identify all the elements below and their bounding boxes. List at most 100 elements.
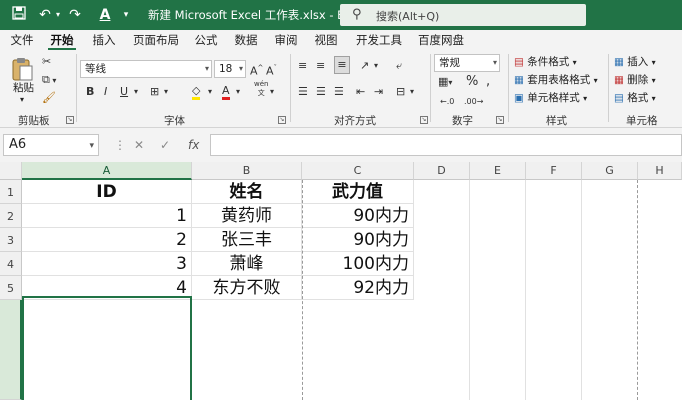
row-header-5[interactable]: 5 [0, 276, 22, 300]
fill-color-dropdown-icon[interactable]: ▾ [208, 84, 212, 100]
cell-c2[interactable]: 90内力 [302, 204, 414, 228]
cell-b5[interactable]: 东方不败 [192, 276, 302, 300]
delete-cells-button[interactable]: ▦ 删除 ▾ [614, 72, 656, 89]
format-cells-button[interactable]: ▤ 格式 ▾ [614, 90, 656, 107]
merge-dropdown-icon[interactable]: ▾ [410, 84, 414, 100]
cell-c3[interactable]: 90内力 [302, 228, 414, 252]
wrap-text-icon[interactable]: ⤶ [396, 58, 402, 74]
bold-icon[interactable]: B [86, 84, 94, 100]
tab-home[interactable]: 开始 [48, 32, 76, 50]
insert-function-icon[interactable]: fx [188, 138, 199, 152]
cancel-icon[interactable]: ✕ [134, 138, 144, 152]
formula-input[interactable] [210, 134, 682, 156]
row-header-4[interactable]: 4 [0, 252, 22, 276]
column-header-d[interactable]: D [414, 162, 470, 180]
phonetic-icon[interactable]: wén 文 [254, 80, 268, 98]
row-header-6-area[interactable] [0, 300, 22, 400]
tab-formulas[interactable]: 公式 [192, 32, 220, 50]
accounting-format-icon[interactable]: ▦▾ [438, 74, 452, 91]
cell-b3[interactable]: 张三丰 [192, 228, 302, 252]
tab-page-layout[interactable]: 页面布局 [132, 32, 180, 50]
clipboard-launcher-icon[interactable]: ↘ [66, 116, 74, 124]
increase-font-icon[interactable]: A^ [250, 60, 263, 80]
merge-center-icon[interactable]: ⊟ [396, 84, 405, 100]
tab-data[interactable]: 数据 [232, 32, 260, 50]
phonetic-dropdown-icon[interactable]: ▾ [270, 84, 274, 100]
fill-color-icon[interactable]: ◇ [192, 84, 201, 100]
underline-icon[interactable]: U [120, 84, 128, 100]
more-options-icon[interactable]: ⋮ [114, 138, 126, 152]
column-header-h[interactable]: H [638, 162, 682, 180]
cell-b2[interactable]: 黄药师 [192, 204, 302, 228]
font-size-select[interactable]: 18 ▾ [214, 60, 246, 78]
tab-developer[interactable]: 开发工具 [352, 32, 406, 50]
align-left-icon[interactable]: ☰ [298, 84, 308, 100]
tab-baidu-netdisk[interactable]: 百度网盘 [416, 32, 466, 50]
redo-icon[interactable]: ↷ [66, 6, 84, 24]
customize-qat-icon[interactable]: ▾ [120, 6, 132, 24]
column-header-f[interactable]: F [526, 162, 582, 180]
align-center-icon[interactable]: ☰ [316, 84, 326, 100]
format-painter-icon[interactable]: 🖌 [42, 90, 56, 106]
cell-c4[interactable]: 100内力 [302, 252, 414, 276]
enter-icon[interactable]: ✓ [160, 138, 170, 152]
cell-c1[interactable]: 武力值 [302, 180, 414, 204]
cell-b1[interactable]: 姓名 [192, 180, 302, 204]
undo-dropdown-icon[interactable]: ▾ [54, 6, 62, 24]
decrease-indent-icon[interactable]: ⇤ [356, 84, 365, 100]
number-format-select[interactable]: 常规 ▾ [434, 54, 500, 72]
tab-file[interactable]: 文件 [6, 32, 38, 50]
font-color-icon[interactable]: A [222, 84, 230, 100]
select-all-corner[interactable] [0, 162, 22, 180]
orientation-dropdown-icon[interactable]: ▾ [374, 58, 378, 74]
empty-cells-e[interactable] [470, 180, 526, 400]
align-top-icon[interactable]: ≡ [298, 58, 307, 74]
decrease-font-icon[interactable]: Aˇ [266, 60, 277, 80]
empty-cells-d[interactable] [414, 180, 470, 400]
cell-styles-button[interactable]: ▣ 单元格样式 ▾ [514, 90, 587, 107]
tab-insert[interactable]: 插入 [88, 32, 120, 50]
align-middle-icon[interactable]: ≡ [316, 58, 325, 74]
align-right-icon[interactable]: ☰ [334, 84, 344, 100]
orientation-icon[interactable]: ↗ [360, 58, 369, 74]
insert-cells-button[interactable]: ▦ 插入 ▾ [614, 54, 656, 71]
font-color-icon[interactable]: A [96, 6, 114, 24]
align-bottom-icon[interactable]: ≡ [334, 56, 350, 74]
column-header-c[interactable]: C [302, 162, 414, 180]
column-header-g[interactable]: G [582, 162, 638, 180]
column-header-b[interactable]: B [192, 162, 302, 180]
save-icon[interactable] [10, 6, 28, 24]
row-header-1[interactable]: 1 [0, 180, 22, 204]
font-launcher-icon[interactable]: ↘ [278, 116, 286, 124]
tab-review[interactable]: 审阅 [272, 32, 300, 50]
alignment-launcher-icon[interactable]: ↘ [420, 116, 428, 124]
column-header-e[interactable]: E [470, 162, 526, 180]
format-as-table-button[interactable]: ▦ 套用表格格式 ▾ [514, 72, 598, 89]
cell-a1[interactable]: ID [22, 180, 192, 204]
cell-b4[interactable]: 萧峰 [192, 252, 302, 276]
column-header-a[interactable]: A [22, 162, 192, 180]
font-color-dropdown-icon[interactable]: ▾ [236, 84, 240, 100]
increase-decimal-icon[interactable]: ←.0 [440, 94, 454, 110]
underline-dropdown-icon[interactable]: ▾ [134, 84, 138, 100]
cell-a2[interactable]: 1 [22, 204, 192, 228]
increase-indent-icon[interactable]: ⇥ [374, 84, 383, 100]
cell-a3[interactable]: 2 [22, 228, 192, 252]
name-box[interactable]: A6 ▾ [3, 134, 99, 156]
cut-icon[interactable]: ✂ [42, 54, 51, 70]
active-cell-selection[interactable] [22, 296, 192, 400]
paste-dropdown-icon[interactable]: ▾ [20, 92, 24, 108]
copy-icon[interactable]: ⧉ ▾ [42, 72, 56, 89]
undo-icon[interactable]: ↶ [36, 6, 54, 24]
cell-c5[interactable]: 92内力 [302, 276, 414, 300]
number-launcher-icon[interactable]: ↘ [496, 116, 504, 124]
comma-style-icon[interactable]: , [486, 74, 490, 90]
row-header-2[interactable]: 2 [0, 204, 22, 228]
empty-cells-f[interactable] [526, 180, 582, 400]
tab-view[interactable]: 视图 [312, 32, 340, 50]
font-name-select[interactable]: 等线 ▾ [80, 60, 212, 78]
row-header-3[interactable]: 3 [0, 228, 22, 252]
borders-dropdown-icon[interactable]: ▾ [164, 84, 168, 100]
italic-icon[interactable]: I [104, 84, 107, 100]
decrease-decimal-icon[interactable]: .00→ [464, 94, 483, 110]
